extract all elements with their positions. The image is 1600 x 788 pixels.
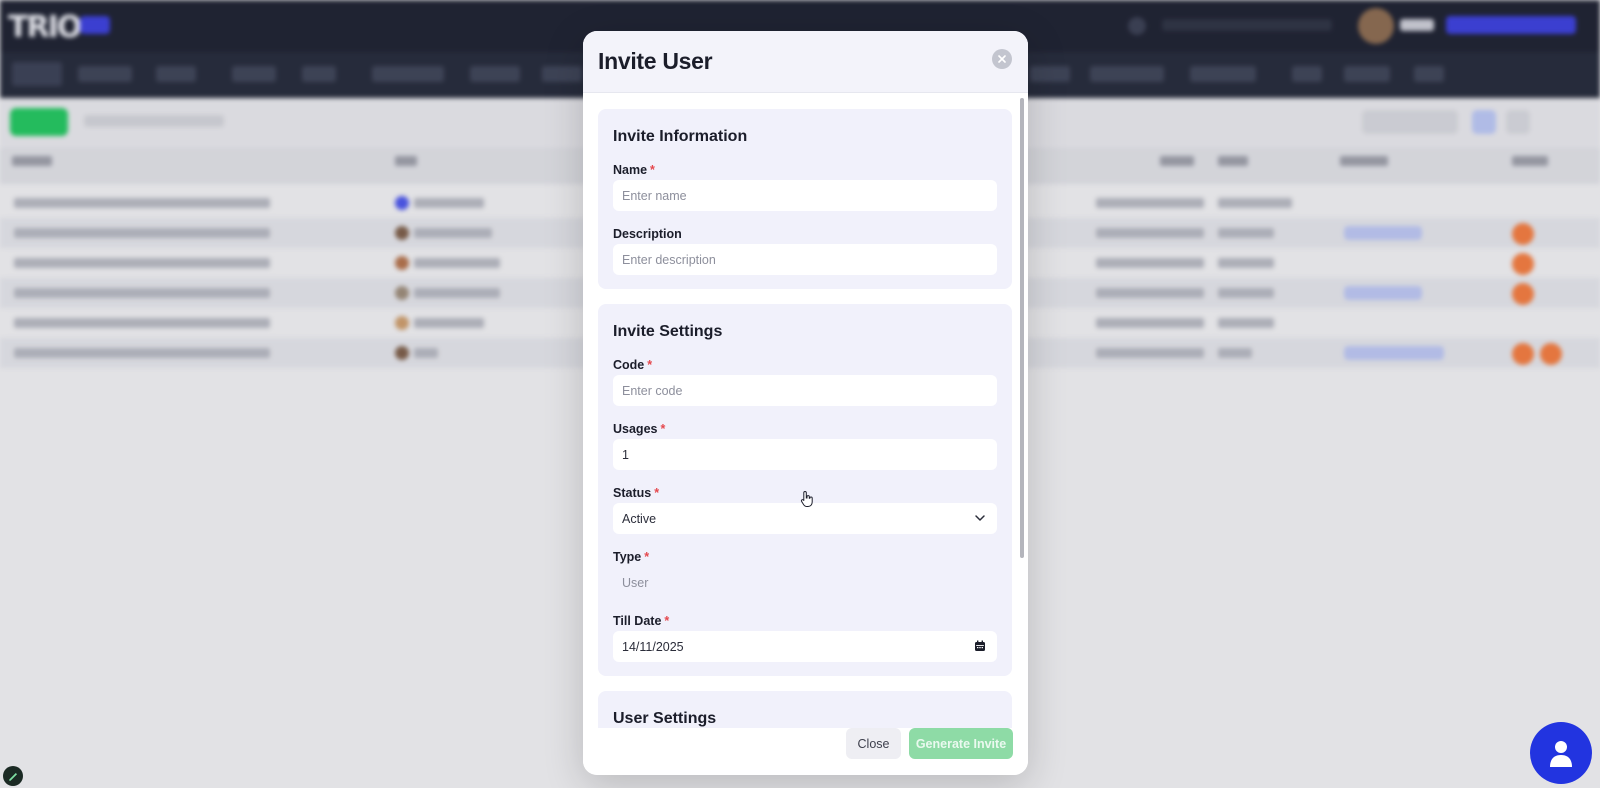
required-marker: * (664, 614, 670, 628)
till-date-value: 14/11/2025 (622, 639, 684, 654)
code-label: Code * (613, 358, 653, 372)
status-label: Status * (613, 486, 660, 500)
till-date-input[interactable]: 14/11/2025 (613, 631, 997, 662)
modal-header: Invite User (583, 31, 1028, 93)
edit-icon[interactable] (3, 766, 23, 786)
description-input[interactable]: Enter description (613, 244, 997, 275)
modal-title: Invite User (598, 48, 713, 74)
support-agent-icon (1550, 741, 1572, 767)
section-title: User Settings (613, 710, 717, 727)
required-marker: * (654, 486, 660, 500)
name-input[interactable]: Enter name (613, 180, 997, 211)
modal-body[interactable]: Invite Information Name * Enter name Desc… (583, 94, 1028, 760)
modal-scrollbar[interactable] (1020, 98, 1024, 558)
modal-close-button[interactable] (992, 49, 1012, 69)
close-icon (998, 55, 1006, 63)
section-title: Invite Settings (613, 323, 723, 340)
chevron-down-icon (975, 515, 985, 521)
code-input[interactable]: Enter code (613, 375, 997, 406)
name-label: Name * (613, 163, 655, 177)
section-title: Invite Information (613, 128, 748, 145)
modal-footer: Close Generate Invite (583, 728, 1028, 775)
calendar-icon[interactable] (973, 639, 987, 653)
required-marker: * (650, 163, 655, 177)
usages-label: Usages * (613, 422, 666, 436)
description-label: Description (613, 227, 682, 241)
required-marker: * (644, 550, 650, 564)
close-button[interactable]: Close (846, 728, 901, 759)
invite-user-modal: Invite User Invite Information Name * Ent… (583, 31, 1028, 775)
support-fab-button[interactable] (1530, 722, 1592, 784)
invite-information-section: Invite Information Name * Enter name Desc… (598, 109, 1012, 289)
usages-input[interactable]: 1 (613, 439, 997, 470)
status-select-value: Active (622, 511, 657, 526)
till-date-label: Till Date * (613, 614, 670, 628)
required-marker: * (660, 422, 666, 436)
generate-invite-button[interactable]: Generate Invite (909, 728, 1013, 759)
type-label: Type * (613, 550, 650, 564)
pointer-cursor-icon (800, 490, 813, 507)
required-marker: * (647, 358, 653, 372)
type-field: User (622, 575, 649, 590)
